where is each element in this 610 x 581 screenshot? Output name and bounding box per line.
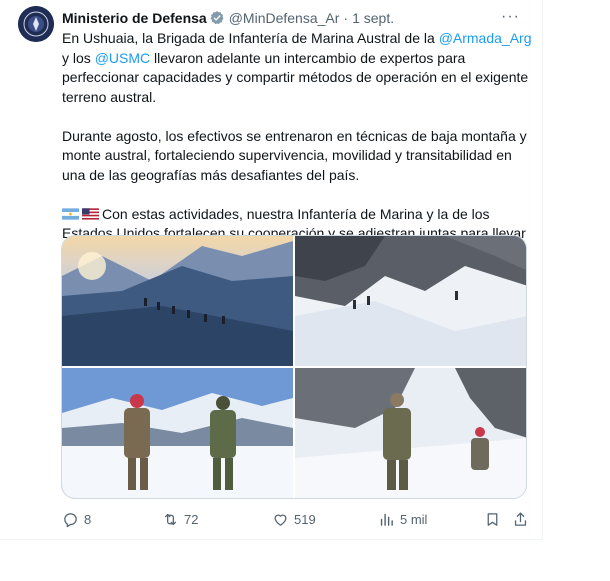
mention-usmc[interactable]: @USMC bbox=[95, 50, 150, 66]
views-count: 5 mil bbox=[400, 511, 428, 527]
author-handle[interactable]: @MinDefensa_Ar bbox=[229, 10, 340, 26]
retweet-count: 72 bbox=[184, 511, 199, 527]
retweet-button[interactable]: 72 bbox=[162, 508, 198, 530]
tweet-card[interactable]: Ministerio de Defensa @MinDefensa_Ar · 1… bbox=[0, 0, 543, 540]
bookmark-button[interactable] bbox=[484, 508, 501, 530]
like-button[interactable]: 519 bbox=[272, 508, 316, 530]
tweet-paragraph-2: Durante agosto, los efectivos se entrena… bbox=[62, 127, 527, 183]
tweet-header: Ministerio de Defensa @MinDefensa_Ar · 1… bbox=[62, 8, 530, 28]
reply-count: 8 bbox=[84, 511, 92, 527]
tweet-paragraph-1: En Ushuaia, la Brigada de Infantería de … bbox=[62, 29, 532, 107]
text-run: y los bbox=[62, 49, 95, 66]
views-button[interactable]: 5 mil bbox=[378, 508, 427, 530]
photo-marine-climbing[interactable] bbox=[295, 368, 526, 498]
bookmark-icon bbox=[487, 512, 498, 526]
mention-armada[interactable]: @Armada_Arg bbox=[439, 30, 532, 46]
more-options-icon[interactable]: ··· bbox=[501, 8, 520, 26]
share-button[interactable] bbox=[512, 508, 529, 530]
usa-flag-icon bbox=[82, 207, 99, 220]
like-icon bbox=[274, 514, 287, 526]
tweet-date[interactable]: 1 sept. bbox=[352, 10, 394, 26]
author-name[interactable]: Ministerio de Defensa bbox=[62, 10, 207, 26]
like-count: 519 bbox=[294, 511, 316, 527]
argentina-flag-icon bbox=[62, 207, 79, 220]
avatar[interactable] bbox=[18, 6, 54, 42]
reply-icon bbox=[64, 512, 77, 527]
photo-two-marines[interactable] bbox=[62, 368, 293, 498]
action-bar: 8 72 519 5 mil bbox=[62, 508, 532, 530]
text-run: En Ushuaia, la Brigada de Infantería de … bbox=[62, 30, 439, 46]
verified-icon bbox=[210, 11, 224, 25]
photo-rocky-slope[interactable] bbox=[295, 236, 526, 366]
views-icon bbox=[380, 513, 393, 526]
reply-button[interactable]: 8 bbox=[62, 508, 91, 530]
retweet-icon bbox=[164, 513, 177, 525]
media-grid bbox=[61, 235, 527, 499]
share-icon bbox=[514, 511, 527, 526]
photo-mountain-sunrise[interactable] bbox=[62, 236, 293, 366]
separator-dot: · bbox=[343, 10, 349, 26]
